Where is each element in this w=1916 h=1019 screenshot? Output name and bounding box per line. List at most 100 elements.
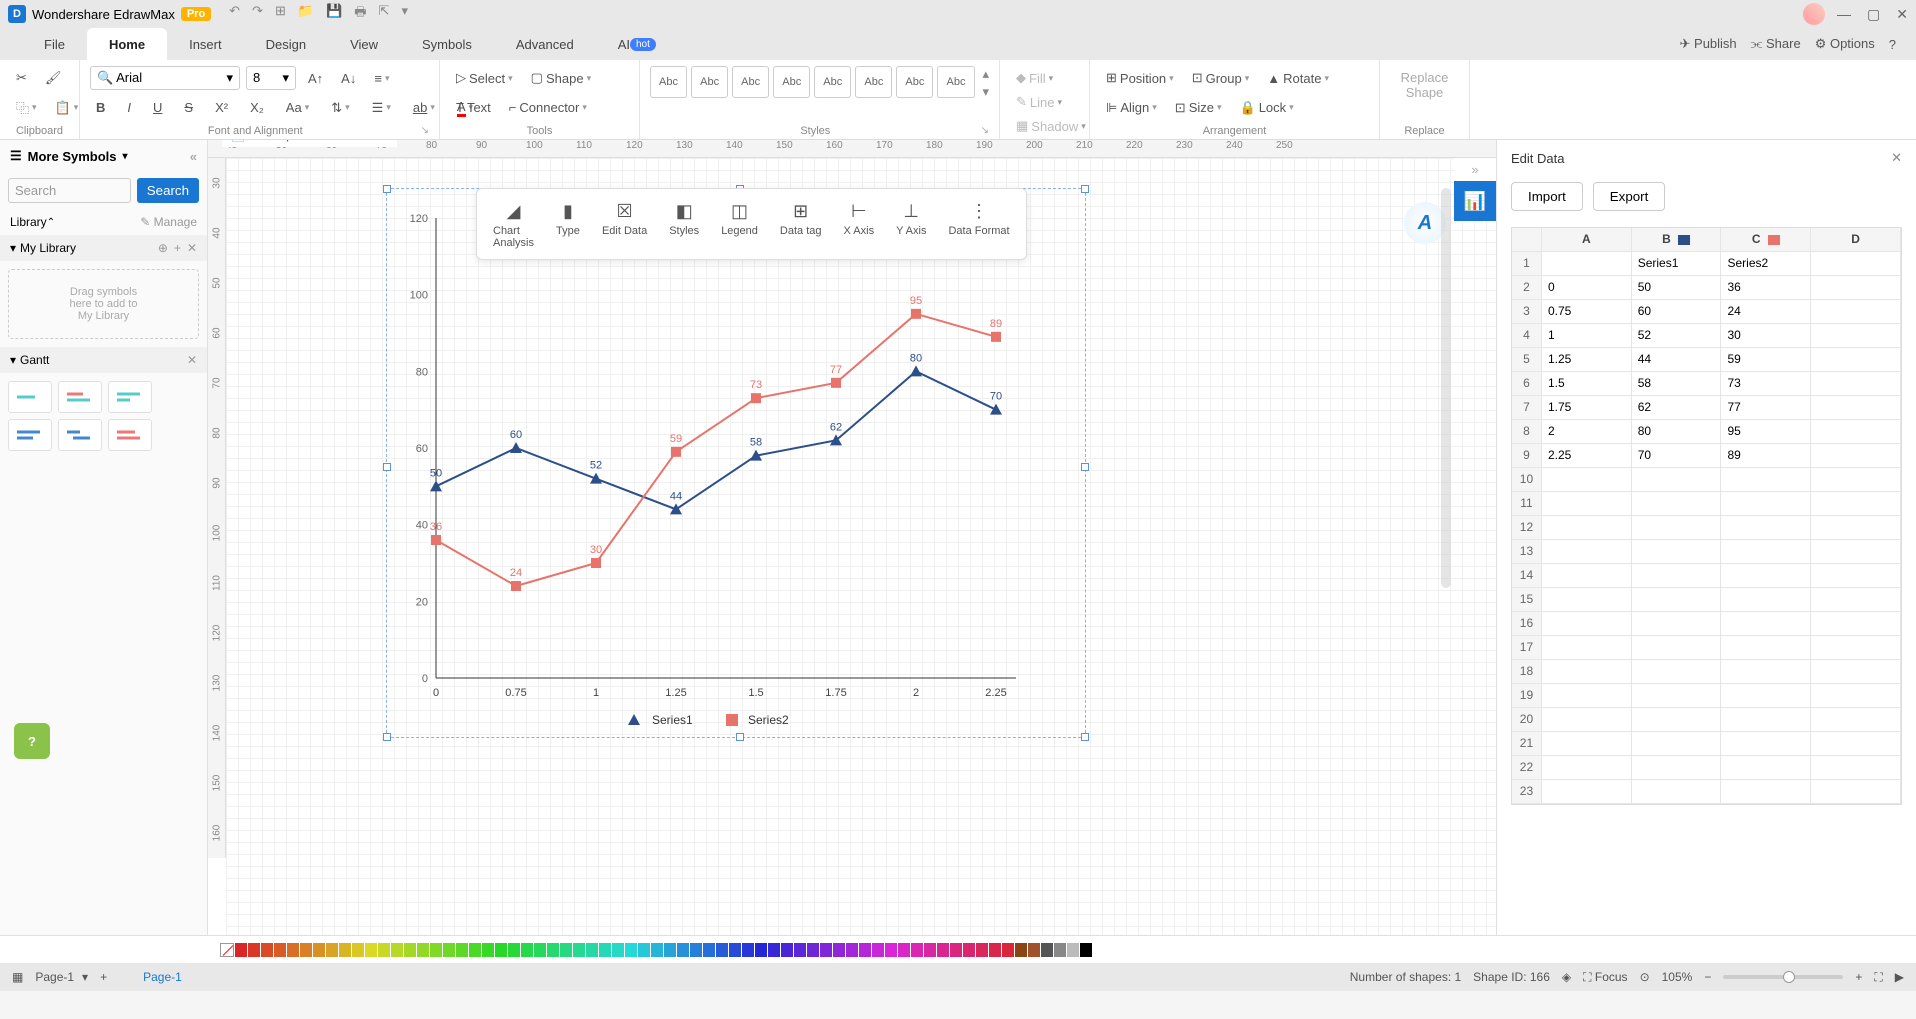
color-swatch[interactable] <box>365 943 377 957</box>
grow-font-icon[interactable]: A↑ <box>302 67 329 90</box>
toolbar-type[interactable]: ▮Type <box>546 195 590 253</box>
menu-design[interactable]: Design <box>244 28 328 60</box>
my-library-header[interactable]: ▾ My Library ⊕+✕ <box>0 235 207 261</box>
import-button[interactable]: Import <box>1511 182 1583 211</box>
close-icon[interactable]: ✕ <box>1896 6 1908 23</box>
color-swatch[interactable] <box>404 943 416 957</box>
color-swatch[interactable] <box>1028 943 1040 957</box>
color-swatch[interactable] <box>742 943 754 957</box>
menu-file[interactable]: File <box>22 28 87 60</box>
text-tool[interactable]: T Text <box>450 96 497 119</box>
fit-icon[interactable]: ⊙ <box>1640 970 1650 984</box>
page-select[interactable]: Page-1 ▾ <box>35 970 88 984</box>
color-swatch[interactable] <box>1015 943 1027 957</box>
group-button[interactable]: ⊡ Group▾ <box>1186 66 1256 90</box>
style-item[interactable]: Abc <box>855 66 892 98</box>
page-tab[interactable]: Page-1 <box>143 970 182 984</box>
toolbar-edit-data[interactable]: ☒Edit Data <box>592 195 657 253</box>
color-swatch[interactable] <box>599 943 611 957</box>
color-swatch[interactable] <box>911 943 923 957</box>
chart-panel-icon[interactable]: 📊 <box>1454 181 1496 221</box>
maximize-icon[interactable]: ▢ <box>1867 6 1880 23</box>
strike-icon[interactable]: S <box>178 96 199 119</box>
underline-icon[interactable]: U <box>147 96 168 119</box>
color-swatch[interactable] <box>547 943 559 957</box>
color-swatch[interactable] <box>885 943 897 957</box>
add-page-icon[interactable]: + <box>100 970 107 984</box>
add-tab-button[interactable]: + <box>378 140 389 145</box>
align-button[interactable]: ⊫ Align▾ <box>1100 96 1163 120</box>
color-swatch[interactable] <box>768 943 780 957</box>
color-swatch[interactable] <box>326 943 338 957</box>
search-input[interactable]: Search <box>8 178 131 203</box>
color-swatch[interactable] <box>781 943 793 957</box>
menu-view[interactable]: View <box>328 28 400 60</box>
scrollbar-vertical[interactable] <box>1441 188 1451 588</box>
close-icon[interactable]: ✕ <box>187 241 197 255</box>
minimize-icon[interactable]: — <box>1837 6 1851 23</box>
style-item[interactable]: Abc <box>773 66 810 98</box>
symbol-item[interactable] <box>8 381 52 413</box>
publish-button[interactable]: ✈ Publish <box>1680 36 1737 52</box>
color-swatch[interactable] <box>846 943 858 957</box>
cut-icon[interactable]: ✂ <box>10 66 33 90</box>
zoom-in-icon[interactable]: + <box>1855 970 1862 984</box>
collapse-icon[interactable]: » <box>1454 158 1496 181</box>
color-swatch[interactable] <box>274 943 286 957</box>
plus-icon[interactable]: + <box>174 241 181 255</box>
canvas[interactable]: A ◢Chart Analysis▮Type☒Edit Data◧Styles◫… <box>226 158 1496 935</box>
subscript-icon[interactable]: X₂ <box>244 96 270 119</box>
style-item[interactable]: Abc <box>650 66 687 98</box>
color-swatch[interactable] <box>625 943 637 957</box>
color-swatch[interactable] <box>287 943 299 957</box>
toolbar-data-tag[interactable]: ⊞Data tag <box>770 195 832 253</box>
color-swatch[interactable] <box>807 943 819 957</box>
options-button[interactable]: ⚙ Options <box>1815 36 1875 52</box>
color-swatch[interactable] <box>300 943 312 957</box>
avatar[interactable] <box>1803 3 1825 25</box>
color-swatch[interactable] <box>586 943 598 957</box>
export-icon[interactable]: ⇱ <box>379 3 390 25</box>
search-button[interactable]: Search <box>137 178 199 203</box>
ai-badge[interactable]: A <box>1404 202 1446 244</box>
color-swatch[interactable] <box>560 943 572 957</box>
color-swatch[interactable] <box>495 943 507 957</box>
canvas-area[interactable]: 📄A Simple Line ...● + 405060708090100110… <box>208 140 1496 935</box>
color-swatch[interactable] <box>755 943 767 957</box>
toolbar-styles[interactable]: ◧Styles <box>659 195 709 253</box>
drop-zone[interactable]: Drag symbols here to add to My Library <box>8 269 199 339</box>
library-label[interactable]: Library <box>10 215 47 229</box>
color-swatch[interactable] <box>651 943 663 957</box>
color-swatch[interactable] <box>1002 943 1014 957</box>
toolbar-data-format[interactable]: ⋮Data Format <box>938 195 1019 253</box>
toolbar-chart[interactable]: ◢Chart Analysis <box>483 195 544 253</box>
focus-button[interactable]: ⛶ Focus <box>1583 970 1627 985</box>
color-swatch[interactable] <box>1041 943 1053 957</box>
toolbar-legend[interactable]: ◫Legend <box>711 195 768 253</box>
color-swatch[interactable] <box>456 943 468 957</box>
add-icon[interactable]: ⊕ <box>158 241 168 255</box>
fill-button[interactable]: ◆ Fill▾ <box>1010 66 1079 90</box>
size-button[interactable]: ⊡ Size▾ <box>1169 96 1228 120</box>
bold-icon[interactable]: B <box>90 96 111 119</box>
layout-icon[interactable]: ▦ <box>12 970 23 984</box>
close-icon[interactable]: ✕ <box>1891 150 1902 166</box>
color-swatch[interactable] <box>521 943 533 957</box>
color-swatch[interactable] <box>872 943 884 957</box>
open-icon[interactable]: 📁 <box>298 3 314 25</box>
color-swatch[interactable] <box>716 943 728 957</box>
connector-tool[interactable]: ⌐ Connector▾ <box>503 96 593 119</box>
color-swatch[interactable] <box>898 943 910 957</box>
font-select[interactable]: 🔍 Arial▾ <box>90 66 240 90</box>
color-swatch[interactable] <box>820 943 832 957</box>
no-color-swatch[interactable] <box>220 943 234 957</box>
zoom-out-icon[interactable]: − <box>1704 970 1711 984</box>
color-swatch[interactable] <box>417 943 429 957</box>
color-swatch[interactable] <box>391 943 403 957</box>
color-swatch[interactable] <box>729 943 741 957</box>
spacing-icon[interactable]: ⇅▾ <box>325 96 355 120</box>
toolbar-y-axis[interactable]: ⊥Y Axis <box>886 195 936 253</box>
data-table[interactable]: AB C D1Series1Series220503630.7560244152… <box>1511 227 1902 805</box>
menu-home[interactable]: Home <box>87 28 167 60</box>
share-button[interactable]: ⫘ Share <box>1751 36 1801 52</box>
